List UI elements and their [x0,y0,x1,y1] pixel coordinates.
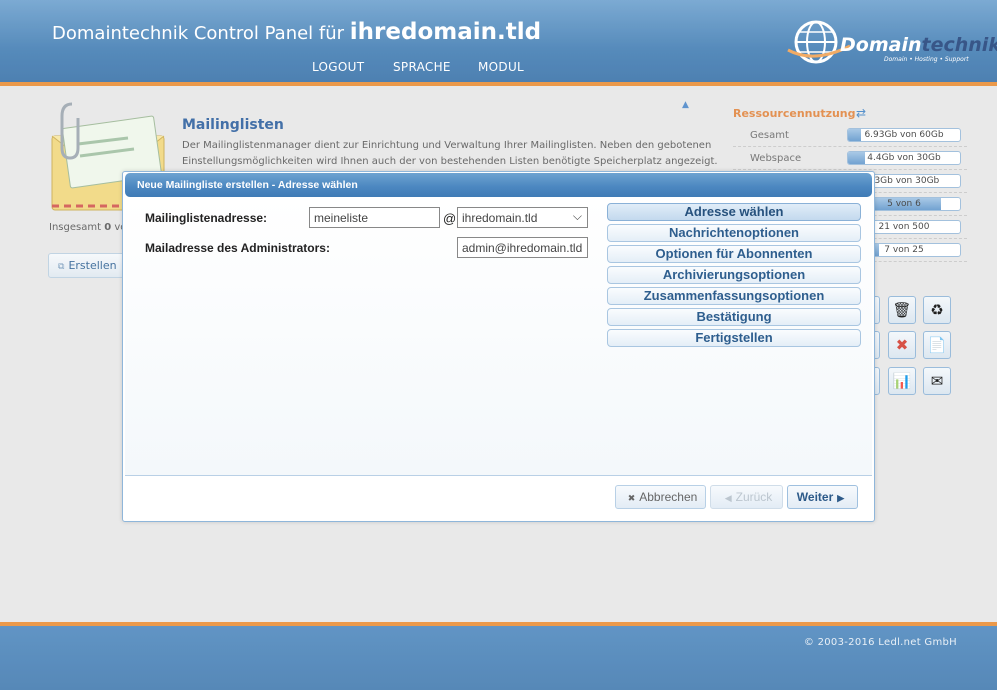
cancel-button[interactable]: ✖ Abbrechen [615,485,706,509]
admin-address-input[interactable]: admin@ihredomain.tld [457,237,588,258]
wizard-step[interactable]: Optionen für Abonnenten [607,245,861,263]
wizard-step[interactable]: Adresse wählen [607,203,861,221]
wizard-step[interactable]: Bestätigung [607,308,861,326]
chevron-left-icon: ◀ [724,493,732,503]
new-mailinglist-dialog: Neue Mailingliste erstellen - Adresse wä… [122,171,875,522]
list-address-label: Mailinglistenadresse: [145,211,268,225]
wizard-step[interactable]: Zusammenfassungsoptionen [607,287,861,305]
close-icon: ✖ [627,493,636,503]
chevron-down-icon: ⌵ [572,209,582,223]
domain-select[interactable]: ihredomain.tld ⌵ [457,207,588,228]
list-address-input[interactable]: meineliste [309,207,440,228]
at-sign: @ [443,211,457,226]
wizard-step[interactable]: Archivierungsoptionen [607,266,861,284]
admin-address-label: Mailadresse des Administrators: [145,241,330,255]
dialog-header[interactable]: Neue Mailingliste erstellen - Adresse wä… [125,173,872,197]
chevron-right-icon: ▶ [837,493,845,503]
domain-select-value: ihredomain.tld [462,211,538,225]
dialog-divider [125,475,872,476]
back-button[interactable]: ◀ Zurück [710,485,783,509]
next-button[interactable]: Weiter ▶ [787,485,858,509]
dialog-title: Neue Mailingliste erstellen - Adresse wä… [137,179,358,191]
wizard-step[interactable]: Fertigstellen [607,329,861,347]
wizard-step[interactable]: Nachrichtenoptionen [607,224,861,242]
